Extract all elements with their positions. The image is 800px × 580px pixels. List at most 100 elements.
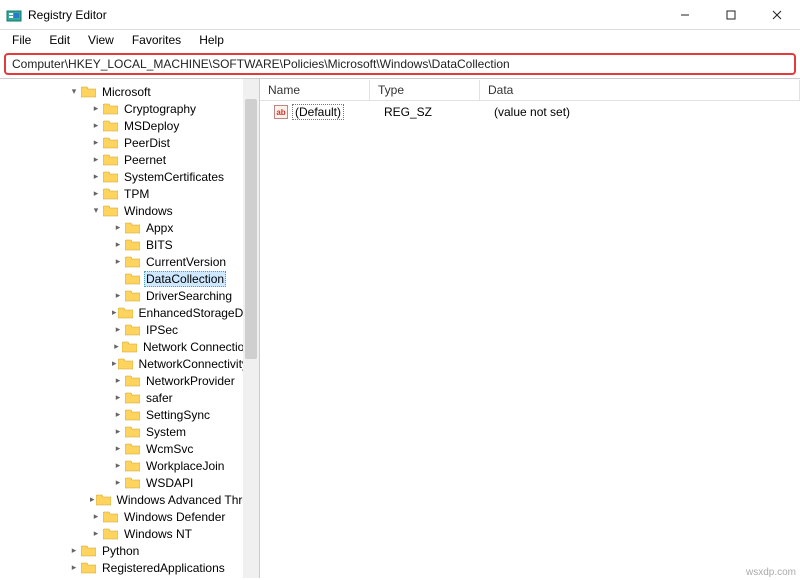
tree-expander[interactable]: ▸ [112,256,124,268]
tree-expander[interactable]: ▸ [112,341,121,353]
tree-expander[interactable]: ▸ [112,222,124,234]
tree-node[interactable]: ▸WorkplaceJoin [2,457,259,474]
tree-node[interactable]: ▸WcmSvc [2,440,259,457]
tree-node[interactable]: ▸SettingSync [2,406,259,423]
tree-node[interactable]: ▸DriverSearching [2,287,259,304]
tree-expander[interactable]: ▸ [112,324,124,336]
tree-node-label: NetworkConnectivityStatus [137,357,259,371]
tree-node[interactable]: ▸ Python [2,542,259,559]
tree-expander[interactable]: ▸ [90,494,95,506]
registry-tree[interactable]: ▾Microsoft ▸ Cryptography▸MSDeploy▸PeerDis… [0,79,259,578]
tree-node-label: NetworkProvider [144,374,237,388]
tree-expander[interactable]: ▸ [112,460,124,472]
tree-expander[interactable]: ▸ [68,545,80,557]
tree-node-label: Network Connections [141,340,259,354]
folder-icon [81,86,96,98]
tree-expander[interactable]: ▸ [90,188,102,200]
tree-node[interactable]: ▸Windows Advanced Threat Protection [2,491,259,508]
tree-node[interactable]: ▸IPSec [2,321,259,338]
tree-node[interactable]: ▸CurrentVersion [2,253,259,270]
tree-expander[interactable]: ▾ [90,205,102,217]
column-name[interactable]: Name [260,80,370,100]
string-value-icon: ab [274,105,288,119]
tree-expander[interactable]: ▾ [68,86,80,98]
folder-icon [103,528,118,540]
tree-node[interactable]: ▸ BITS [2,236,259,253]
tree-node-label: WSDAPI [144,476,195,490]
window-controls [662,0,800,30]
value-row[interactable]: ab (Default) REG_SZ (value not set) [260,101,800,123]
tree-node-label: System [144,425,188,439]
tree-expander[interactable]: ▸ [68,562,80,574]
column-type[interactable]: Type [370,80,480,100]
tree-node[interactable]: DataCollection [2,270,259,287]
tree-expander[interactable]: ▸ [112,477,124,489]
tree-expander[interactable]: ▸ [90,103,102,115]
tree-node[interactable]: ▸Windows Defender [2,508,259,525]
tree-node[interactable]: ▸ Network Connections [2,338,259,355]
scrollbar-thumb[interactable] [245,99,257,359]
tree-node[interactable]: ▸PeerDist [2,134,259,151]
tree-node[interactable]: ▸ System [2,423,259,440]
tree-node-label: Appx [144,221,175,235]
tree-node-label: Cryptography [122,102,198,116]
tree-node[interactable]: ▸Windows NT [2,525,259,542]
tree-scrollbar[interactable] [243,79,259,578]
maximize-button[interactable] [708,0,754,30]
tree-expander[interactable]: ▸ [112,443,124,455]
tree-node-label: Python [100,544,141,558]
address-bar[interactable]: Computer\HKEY_LOCAL_MACHINE\SOFTWARE\Pol… [4,53,796,75]
tree-expander[interactable]: ▸ [112,375,124,387]
tree-node[interactable]: ▸ WSDAPI [2,474,259,491]
folder-icon [125,426,140,438]
tree-expander[interactable]: ▸ [112,239,124,251]
menu-file[interactable]: File [4,31,39,49]
tree-node-label: BITS [144,238,175,252]
value-name-cell: ab (Default) [266,102,376,122]
tree-expander[interactable]: ▸ [90,137,102,149]
value-type: REG_SZ [376,103,486,121]
tree-node[interactable]: ▸ NetworkProvider [2,372,259,389]
tree-node[interactable]: ▸ Cryptography [2,100,259,117]
folder-icon [81,545,96,557]
tree-expander[interactable]: ▸ [112,290,124,302]
folder-icon [103,103,118,115]
column-data[interactable]: Data [480,80,800,100]
tree-node[interactable]: ▸ NetworkConnectivityStatus [2,355,259,372]
menu-view[interactable]: View [80,31,122,49]
folder-icon [125,409,140,421]
tree-node[interactable]: ▸ Peernet [2,151,259,168]
tree-node[interactable]: ▸safer [2,389,259,406]
tree-expander[interactable]: ▸ [90,528,102,540]
menu-help[interactable]: Help [191,31,232,49]
folder-icon [125,477,140,489]
tree-expander[interactable]: ▸ [90,154,102,166]
watermark: wsxdp.com [746,567,796,578]
tree-expander[interactable]: ▸ [90,120,102,132]
tree-node[interactable]: ▸ Appx [2,219,259,236]
tree-expander[interactable]: ▸ [112,392,124,404]
folder-icon [125,273,140,285]
tree-node-label: Peernet [122,153,168,167]
tree-expander[interactable]: ▸ [90,511,102,523]
tree-node[interactable]: ▸EnhancedStorageDevices [2,304,259,321]
tree-expander[interactable]: ▸ [112,358,117,370]
values-header: Name Type Data [260,79,800,101]
menu-favorites[interactable]: Favorites [124,31,189,49]
tree-expander[interactable]: ▸ [112,409,124,421]
menu-edit[interactable]: Edit [41,31,78,49]
tree-expander[interactable]: ▸ [90,171,102,183]
minimize-button[interactable] [662,0,708,30]
folder-icon [118,307,133,319]
tree-node[interactable]: ▾Windows [2,202,259,219]
tree-node[interactable]: ▸RegisteredApplications [2,559,259,576]
tree-node[interactable]: ▸TPM [2,185,259,202]
tree-pane: ▾Microsoft ▸ Cryptography▸MSDeploy▸PeerDis… [0,79,260,578]
close-button[interactable] [754,0,800,30]
tree-node[interactable]: ▾Microsoft [2,83,259,100]
tree-expander[interactable]: ▸ [112,307,117,319]
tree-node[interactable]: ▸SystemCertificates [2,168,259,185]
window-title: Registry Editor [28,8,662,22]
tree-node[interactable]: ▸MSDeploy [2,117,259,134]
tree-expander[interactable]: ▸ [112,426,124,438]
